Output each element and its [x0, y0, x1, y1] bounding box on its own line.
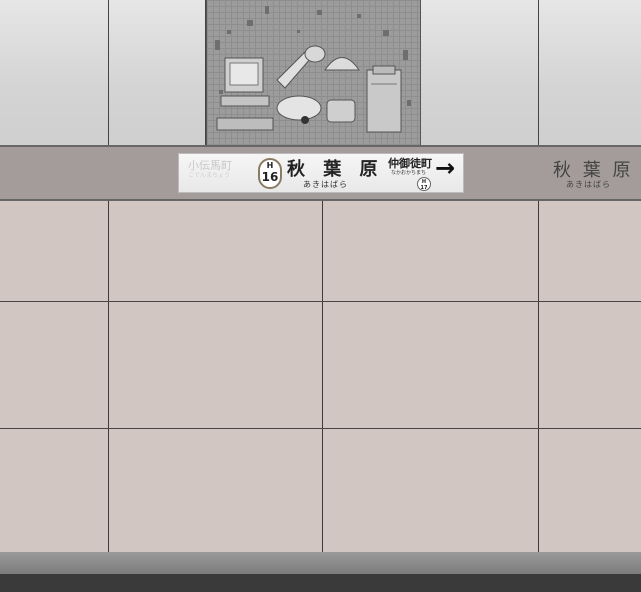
upper-wall [0, 0, 641, 145]
side-station-kana: あきはばら [566, 180, 611, 189]
next-station-badge: H 17 [417, 177, 431, 191]
appliance-shapes [276, 45, 360, 124]
wall-panel [109, 0, 206, 145]
next-station-kana: なかおかちまち [391, 170, 427, 176]
previous-station-kana: こでんまちょう [188, 172, 231, 179]
station-platform-wall: 小伝馬町 こでんまちょう H 16 秋 葉 原 あきはばら 仲御徒町 なかおかち… [0, 0, 641, 592]
wall-panel [539, 0, 641, 145]
station-name-sign: 小伝馬町 こでんまちょう H 16 秋 葉 原 あきはばら 仲御徒町 なかおかち… [178, 153, 464, 193]
platform-edge [0, 552, 641, 574]
mural-artwork [215, 6, 411, 133]
sign-band: 小伝馬町 こでんまちょう H 16 秋 葉 原 あきはばら 仲御徒町 なかおかち… [0, 145, 641, 201]
right-arrow-icon: → [435, 154, 456, 182]
tile-wall [0, 201, 641, 552]
wall-panel [421, 0, 539, 145]
computer-icon [216, 57, 274, 131]
tile-joint [322, 201, 323, 552]
tile-joint [0, 428, 641, 429]
station-kana: あきはばら [303, 180, 348, 189]
platform-floor [0, 574, 641, 592]
next-station-number: 17 [420, 185, 428, 191]
station-name: 秋 葉 原 [287, 159, 384, 180]
tile-joint [0, 301, 641, 302]
electronics-mural [206, 0, 421, 145]
tower-appliance-icon [366, 65, 402, 133]
tile-joint [108, 201, 109, 552]
station-number-badge: H 16 [258, 158, 282, 189]
wall-panel [0, 0, 109, 145]
tile-joint [538, 201, 539, 552]
station-number: 16 [261, 170, 279, 184]
